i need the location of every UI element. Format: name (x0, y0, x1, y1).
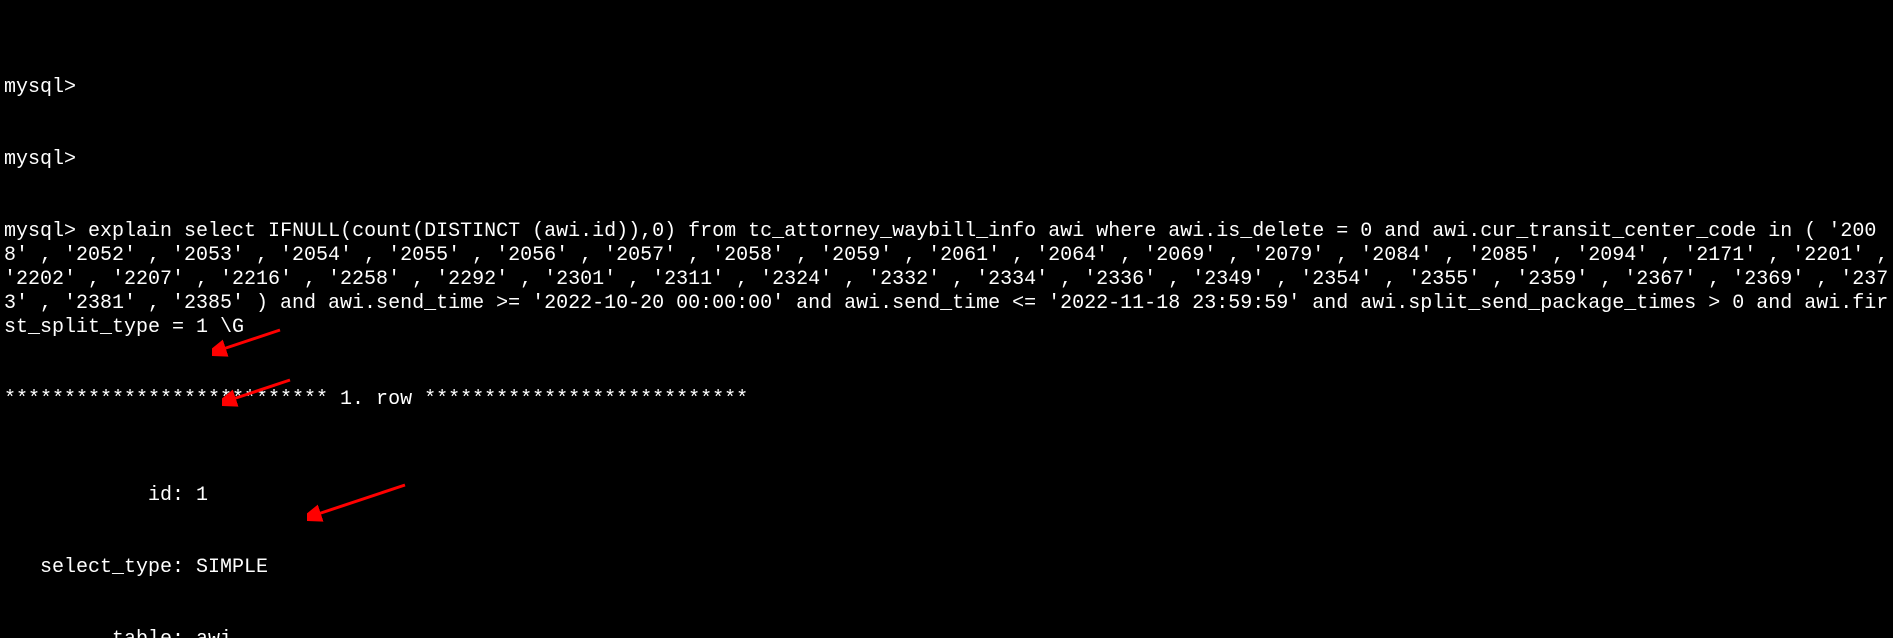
explain-id: id: 1 (4, 484, 1889, 508)
mysql-prompt: mysql> (4, 148, 76, 171)
explain-label: id (4, 484, 172, 508)
query-line: mysql> explain select IFNULL(count(DISTI… (4, 220, 1889, 340)
explain-select-type: select_type: SIMPLE (4, 556, 1889, 580)
explain-table: table: awi (4, 628, 1889, 638)
sql-query: explain select IFNULL(count(DISTINCT (aw… (4, 220, 1893, 339)
mysql-prompt-line: mysql> (4, 148, 1889, 172)
mysql-prompt: mysql> (4, 76, 76, 99)
explain-value: SIMPLE (196, 556, 268, 579)
row-separator-header: *************************** 1. row *****… (4, 388, 1889, 412)
mysql-prompt-line: mysql> (4, 76, 1889, 100)
explain-value: awi (196, 628, 232, 638)
explain-label: select_type (4, 556, 172, 580)
explain-value: 1 (196, 484, 208, 507)
mysql-prompt: mysql> (4, 220, 76, 243)
explain-label: table (4, 628, 172, 638)
terminal-output[interactable]: mysql> mysql> mysql> explain select IFNU… (0, 0, 1893, 638)
